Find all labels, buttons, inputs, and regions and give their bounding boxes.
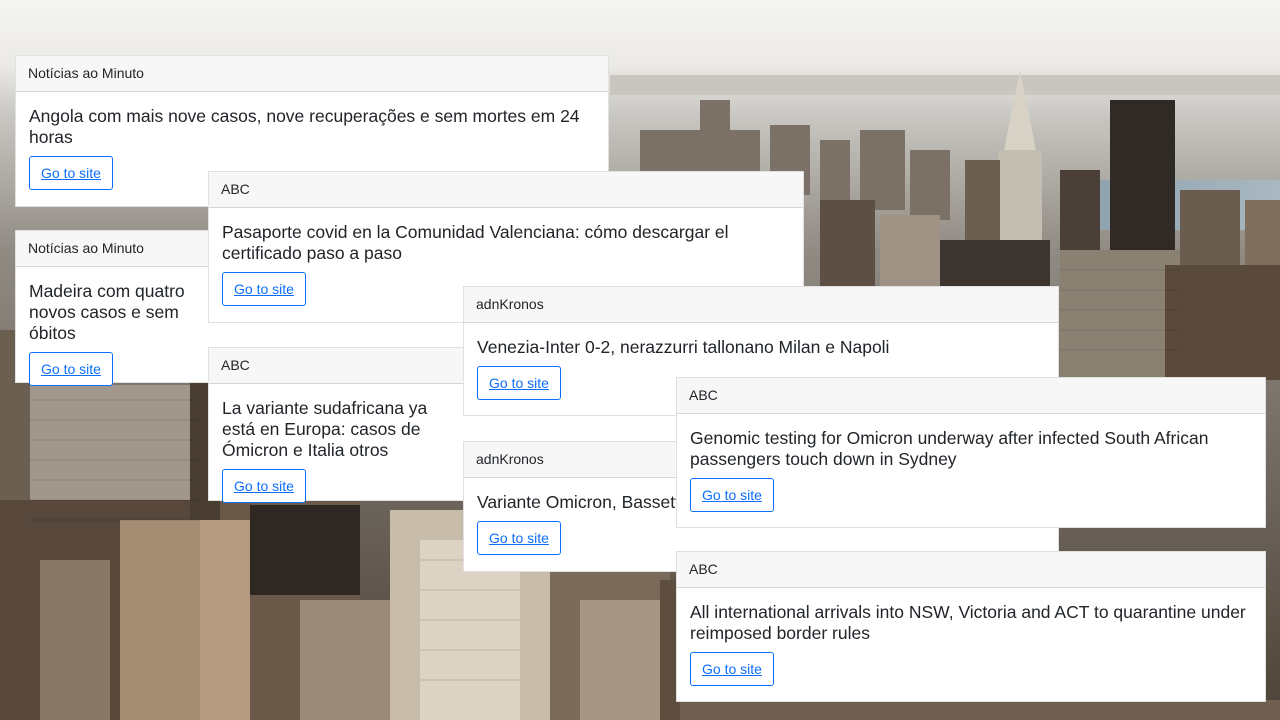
go-to-site-button[interactable]: Go to site <box>477 521 561 555</box>
go-to-site-button[interactable]: Go to site <box>222 469 306 503</box>
card-title: Genomic testing for Omicron underway aft… <box>690 428 1209 469</box>
card-title: La variante sudafricana ya está en Europ… <box>222 398 428 460</box>
card-source: adnKronos <box>464 287 1058 323</box>
card-source: ABC <box>209 172 803 208</box>
go-to-site-button[interactable]: Go to site <box>690 478 774 512</box>
card-title: Venezia-Inter 0-2, nerazzurri tallonano … <box>477 337 890 357</box>
card-body: All international arrivals into NSW, Vic… <box>677 588 1265 698</box>
news-card: ABC Genomic testing for Omicron underway… <box>676 377 1266 528</box>
news-card: ABC All international arrivals into NSW,… <box>676 551 1266 702</box>
card-body: Genomic testing for Omicron underway aft… <box>677 414 1265 524</box>
card-source: ABC <box>677 552 1265 588</box>
card-title: Pasaporte covid en la Comunidad Valencia… <box>222 222 729 263</box>
go-to-site-button[interactable]: Go to site <box>690 652 774 686</box>
card-source: Notícias ao Minuto <box>16 56 608 92</box>
card-title: Angola com mais nove casos, nove recuper… <box>29 106 580 147</box>
card-title: All international arrivals into NSW, Vic… <box>690 602 1246 643</box>
go-to-site-button[interactable]: Go to site <box>29 156 113 190</box>
go-to-site-button[interactable]: Go to site <box>222 272 306 306</box>
card-title: Madeira com quatro novos casos e sem óbi… <box>29 281 185 343</box>
go-to-site-button[interactable]: Go to site <box>477 366 561 400</box>
card-source: ABC <box>677 378 1265 414</box>
go-to-site-button[interactable]: Go to site <box>29 352 113 386</box>
